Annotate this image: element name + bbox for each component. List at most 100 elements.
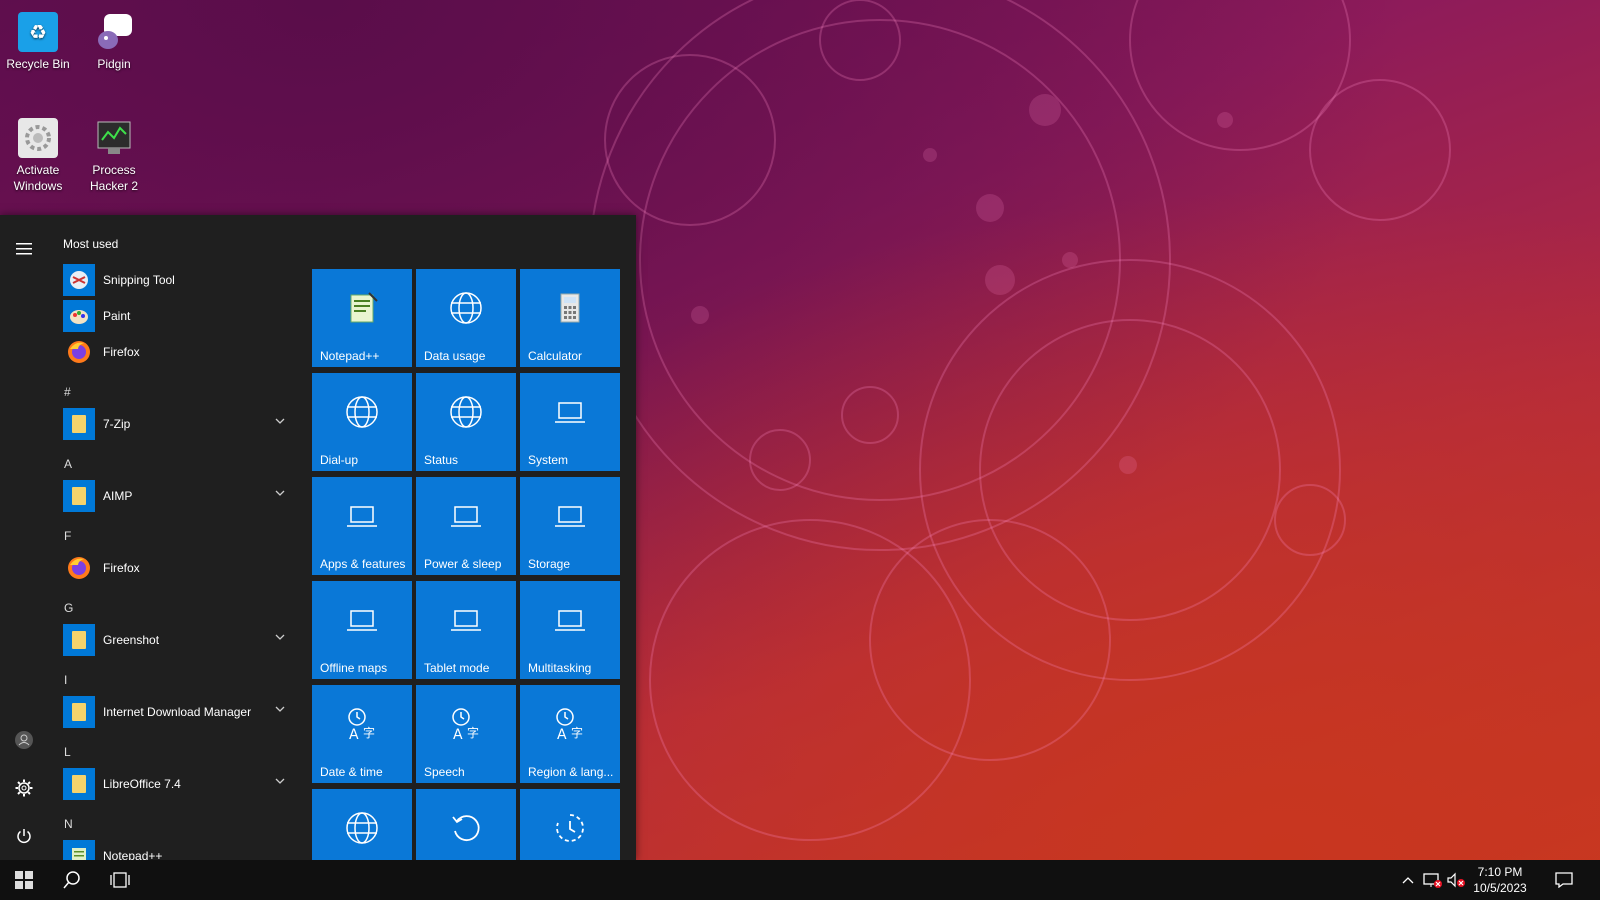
section-letter[interactable]: A xyxy=(64,457,72,471)
time-language-icon: A字 xyxy=(452,708,479,741)
svg-text:♻: ♻ xyxy=(29,20,47,44)
desktop-icon-process-hacker[interactable]: Process Hacker 2 xyxy=(76,112,152,194)
app-item-libreoffice[interactable]: LibreOffice 7.4 xyxy=(63,767,293,801)
tile-status[interactable]: Status xyxy=(416,373,516,471)
app-item-internet-download-manager[interactable]: Internet Download Manager xyxy=(63,695,293,729)
desktop-icon-activate-windows[interactable]: Activate Windows xyxy=(0,112,76,194)
tile-power-sleep[interactable]: Power & sleep xyxy=(416,477,516,575)
app-label: Paint xyxy=(103,309,131,323)
app-item-firefox-2[interactable]: Firefox xyxy=(63,551,293,585)
tile-update-partial[interactable] xyxy=(416,789,516,860)
power-button[interactable] xyxy=(0,816,48,856)
app-item-snipping-tool[interactable]: Snipping Tool xyxy=(63,263,293,297)
tile-label: Tablet mode xyxy=(424,661,490,675)
power-icon xyxy=(17,829,31,844)
globe-icon xyxy=(450,292,482,324)
windows-start-icon xyxy=(15,871,33,889)
app-label: LibreOffice 7.4 xyxy=(103,777,181,791)
tile-offline-maps[interactable]: Offline maps xyxy=(312,581,412,679)
app-item-aimp[interactable]: AIMP xyxy=(63,479,293,513)
section-letter[interactable]: G xyxy=(64,601,73,615)
network-disconnected-icon xyxy=(1423,873,1442,888)
section-letter[interactable]: L xyxy=(64,745,71,759)
tile-label: Power & sleep xyxy=(424,557,502,571)
folder-icon xyxy=(63,768,95,800)
recovery-icon xyxy=(556,814,584,842)
app-list: Most used Snipping Tool Paint Firefox # … xyxy=(48,215,298,860)
laptop-icon xyxy=(555,506,585,527)
laptop-icon xyxy=(347,610,377,631)
tile-label: Apps & features xyxy=(320,557,406,571)
start-button[interactable] xyxy=(0,860,48,900)
tile-label: Status xyxy=(424,453,459,467)
tile-label: Multitasking xyxy=(528,661,592,675)
time-language-icon: A字 xyxy=(556,708,583,741)
tile-tablet-mode[interactable]: Tablet mode xyxy=(416,581,516,679)
network-status-button[interactable] xyxy=(1420,860,1444,900)
tile-region-language[interactable]: A字 Region & lang... xyxy=(520,685,620,783)
most-used-heading: Most used xyxy=(63,237,119,251)
laptop-icon xyxy=(347,506,377,527)
app-item-notepad-plus-plus[interactable]: Notepad++ xyxy=(63,839,293,860)
task-view-button[interactable] xyxy=(96,860,144,900)
app-label: Firefox xyxy=(103,561,140,575)
taskbar-clock[interactable]: 7:10 PM 10/5/2023 xyxy=(1460,864,1540,896)
show-hidden-icons-button[interactable] xyxy=(1396,860,1420,900)
tile-recovery-partial[interactable] xyxy=(520,789,620,860)
svg-text:A: A xyxy=(349,727,359,741)
time-language-icon: A字 xyxy=(348,708,375,741)
chevron-down-icon xyxy=(275,418,285,424)
notepad-plus-plus-icon xyxy=(63,840,95,860)
tile-label: Data usage xyxy=(424,349,486,363)
clock-time: 7:10 PM xyxy=(1477,865,1523,879)
calculator-icon xyxy=(560,293,580,323)
tile-notepad-plus-plus[interactable]: Notepad++ xyxy=(312,269,412,367)
desktop-icon-pidgin[interactable]: Pidgin xyxy=(76,6,152,72)
folder-icon xyxy=(63,624,95,656)
hamburger-menu-button[interactable] xyxy=(0,229,48,269)
tile-apps-features[interactable]: Apps & features xyxy=(312,477,412,575)
app-label: Greenshot xyxy=(103,633,160,647)
tile-dial-up[interactable]: Dial-up xyxy=(312,373,412,471)
user-account-button[interactable] xyxy=(0,720,48,760)
hamburger-icon xyxy=(16,243,32,255)
section-letter[interactable]: F xyxy=(64,529,71,543)
clock-date: 10/5/2023 xyxy=(1473,881,1527,895)
action-center-button[interactable] xyxy=(1546,860,1582,900)
tile-data-usage[interactable]: Data usage xyxy=(416,269,516,367)
app-label: Snipping Tool xyxy=(103,273,175,287)
app-item-greenshot[interactable]: Greenshot xyxy=(63,623,293,657)
tile-system[interactable]: System xyxy=(520,373,620,471)
folder-icon xyxy=(63,408,95,440)
search-button[interactable] xyxy=(48,860,96,900)
folder-icon xyxy=(63,696,95,728)
app-item-7zip[interactable]: 7-Zip xyxy=(63,407,293,441)
section-letter[interactable]: N xyxy=(64,817,73,831)
app-item-paint[interactable]: Paint xyxy=(63,299,293,333)
tile-speech[interactable]: A字 Speech xyxy=(416,685,516,783)
gear-icon xyxy=(15,779,33,797)
chevron-down-icon xyxy=(275,490,285,496)
tile-network-partial[interactable] xyxy=(312,789,412,860)
tile-label: Speech xyxy=(424,765,465,779)
tile-multitasking[interactable]: Multitasking xyxy=(520,581,620,679)
app-label: Notepad++ xyxy=(103,849,163,860)
tile-label: Date & time xyxy=(320,765,383,779)
refresh-icon xyxy=(452,815,480,841)
section-letter[interactable]: # xyxy=(64,385,71,399)
desktop-icon-recycle-bin[interactable]: ♻ Recycle Bin xyxy=(0,6,76,72)
tile-storage[interactable]: Storage xyxy=(520,477,620,575)
svg-text:A: A xyxy=(557,727,567,741)
tile-date-time[interactable]: A字 Date & time xyxy=(312,685,412,783)
laptop-icon xyxy=(451,610,481,631)
svg-text:字: 字 xyxy=(571,725,583,740)
svg-text:A: A xyxy=(453,727,463,741)
settings-button[interactable] xyxy=(0,768,48,808)
task-view-icon xyxy=(110,872,130,888)
tile-calculator[interactable]: Calculator xyxy=(520,269,620,367)
laptop-icon xyxy=(451,506,481,527)
app-item-firefox[interactable]: Firefox xyxy=(63,335,293,369)
section-letter[interactable]: I xyxy=(64,673,67,687)
globe-icon xyxy=(346,812,378,844)
app-label: Firefox xyxy=(103,345,140,359)
